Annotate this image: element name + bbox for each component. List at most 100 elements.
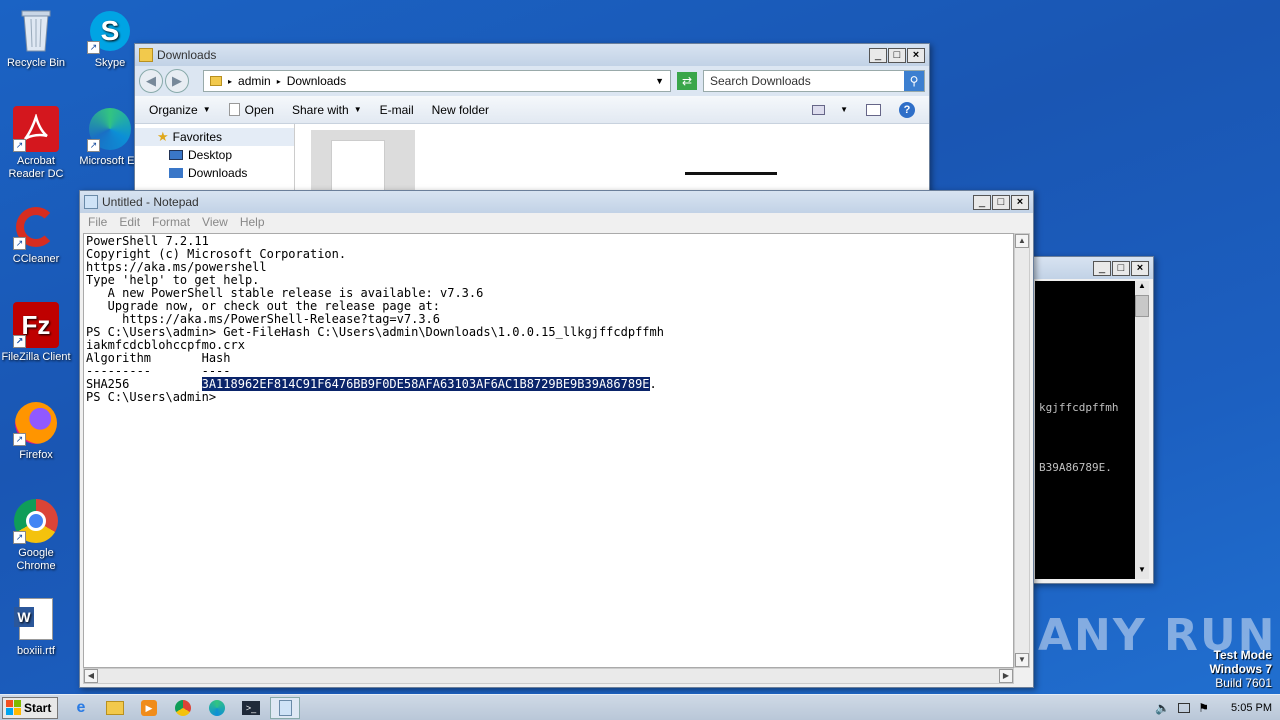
nav-downloads[interactable]: Downloads <box>135 164 294 182</box>
scroll-right-arrow-icon[interactable]: ▶ <box>999 669 1013 683</box>
scroll-down-arrow-icon[interactable]: ▼ <box>1135 565 1149 579</box>
taskbar-media-player[interactable]: ▶ <box>134 697 164 719</box>
console-body: kgjffcdpffmh B39A86789E. <box>1035 281 1135 579</box>
breadcrumb-downloads[interactable]: Downloads <box>287 74 346 88</box>
taskbar-powershell[interactable]: >_ <box>236 697 266 719</box>
menu-file[interactable]: File <box>82 215 113 229</box>
menu-format[interactable]: Format <box>146 215 196 229</box>
notepad-icon <box>278 699 292 716</box>
address-bar[interactable]: ▸ admin ▸ Downloads ▼ <box>203 70 671 92</box>
desktop-icon-firefox[interactable]: ↗ Firefox <box>0 400 72 462</box>
taskbar-file-explorer[interactable] <box>100 697 130 719</box>
menu-view[interactable]: View <box>196 215 234 229</box>
new-folder-button[interactable]: New folder <box>432 103 489 117</box>
search-input[interactable]: Search Downloads ⚲ <box>703 70 925 92</box>
scroll-down-arrow-icon[interactable]: ▼ <box>1015 653 1029 667</box>
hash-row: SHA256 3A118962EF814C91F6476BB9F0DE58AFA… <box>86 377 657 391</box>
network-icon[interactable] <box>1178 702 1191 713</box>
downloads-folder-icon <box>169 168 183 178</box>
close-button[interactable]: × <box>1131 260 1149 276</box>
windows-logo-icon <box>6 700 21 715</box>
volume-icon[interactable]: 🔈 <box>1155 701 1170 715</box>
taskbar-edge[interactable] <box>202 697 232 719</box>
notepad-text-area[interactable]: PowerShell 7.2.11 Copyright (c) Microsoft… <box>83 233 1014 668</box>
scroll-up-arrow-icon[interactable]: ▲ <box>1135 281 1149 295</box>
maximize-button[interactable]: □ <box>1112 260 1130 276</box>
file-item[interactable] <box>685 172 777 175</box>
chevron-down-icon[interactable]: ▼ <box>655 76 664 86</box>
ccleaner-icon: ↗ <box>13 204 59 250</box>
scroll-up-arrow-icon[interactable]: ▲ <box>1015 234 1029 248</box>
nav-favorites[interactable]: ★ Favorites <box>135 128 294 146</box>
vertical-scrollbar[interactable]: ▲ ▼ <box>1014 233 1030 668</box>
taskbar: Start e ▶ >_ 🔈 ⚑ 5:05 PM <box>0 694 1280 720</box>
file-icon <box>331 140 385 192</box>
action-center-flag-icon[interactable]: ⚑ <box>1198 701 1209 715</box>
internet-explorer-icon: e <box>76 698 86 716</box>
maximize-button[interactable]: □ <box>888 47 906 63</box>
close-button[interactable]: × <box>1011 194 1029 210</box>
notepad-titlebar[interactable]: Untitled - Notepad _ □ × <box>80 191 1033 213</box>
shortcut-arrow-icon: ↗ <box>13 237 26 250</box>
nav-desktop[interactable]: Desktop <box>135 146 294 164</box>
minimize-button[interactable]: _ <box>1093 260 1111 276</box>
desktop-icon-recycle-bin[interactable]: Recycle Bin <box>0 8 72 70</box>
selected-hash-text[interactable]: 3A118962EF814C91F6476BB9F0DE58AFA63103AF… <box>201 377 650 391</box>
folder-icon <box>210 76 222 86</box>
chevron-down-icon: ▼ <box>840 105 848 114</box>
taskbar-notepad[interactable] <box>270 696 300 719</box>
view-options[interactable]: ▼ <box>812 104 848 115</box>
minimize-button[interactable]: _ <box>973 194 991 210</box>
explorer-toolbar: Organize ▼ Open Share with ▼ E-mail New fo… <box>135 96 929 124</box>
taskbar-chrome[interactable] <box>168 697 198 719</box>
refresh-icon[interactable]: ⇄ <box>677 72 697 90</box>
notepad-menubar: File Edit Format View Help <box>80 213 1033 231</box>
taskbar-internet-explorer[interactable]: e <box>66 697 96 719</box>
powershell-icon: >_ <box>242 700 260 715</box>
menu-help[interactable]: Help <box>234 215 271 229</box>
console-titlebar[interactable]: _ □ × <box>1031 257 1153 279</box>
desktop-icon-filezilla[interactable]: Fz ↗ FileZilla Client <box>0 302 72 364</box>
console-scrollbar[interactable]: ▲ ▼ <box>1135 281 1149 579</box>
breadcrumb-admin[interactable]: admin <box>238 74 271 88</box>
share-with-button[interactable]: Share with ▼ <box>292 103 362 117</box>
desktop-icon-ccleaner[interactable]: ↗ CCleaner <box>0 204 72 266</box>
menu-edit[interactable]: Edit <box>113 215 146 229</box>
shortcut-arrow-icon: ↗ <box>87 41 100 54</box>
recycle-bin-icon <box>13 8 59 54</box>
chevron-down-icon: ▼ <box>202 105 211 114</box>
firefox-icon: ↗ <box>13 400 59 446</box>
desktop-icon <box>169 150 183 160</box>
desktop-icon-acrobat[interactable]: ↗ Acrobat Reader DC <box>0 106 72 181</box>
close-button[interactable]: × <box>907 47 925 63</box>
organize-button[interactable]: Organize ▼ <box>149 103 211 117</box>
forward-button[interactable]: ▶ <box>165 69 189 93</box>
minimize-button[interactable]: _ <box>869 47 887 63</box>
skype-icon: S ↗ <box>87 8 133 54</box>
maximize-button[interactable]: □ <box>992 194 1010 210</box>
file-list <box>295 124 929 192</box>
back-button[interactable]: ◀ <box>139 69 163 93</box>
start-button[interactable]: Start <box>2 696 58 719</box>
email-button[interactable]: E-mail <box>380 103 414 117</box>
open-button[interactable]: Open <box>228 103 274 117</box>
file-item[interactable] <box>311 130 415 192</box>
explorer-window-buttons: _ □ × <box>869 47 925 63</box>
explorer-titlebar[interactable]: Downloads _ □ × <box>135 44 929 66</box>
help-button[interactable]: ? <box>899 101 915 118</box>
console-window[interactable]: _ □ × kgjffcdpffmh B39A86789E. ▲ ▼ <box>1030 256 1154 584</box>
edge-icon <box>209 699 225 716</box>
explorer-window[interactable]: Downloads _ □ × ◀ ▶ ▸ admin ▸ Downloads … <box>134 43 930 193</box>
scroll-thumb[interactable] <box>1135 295 1149 317</box>
search-icon[interactable]: ⚲ <box>904 71 924 91</box>
explorer-title: Downloads <box>157 48 217 62</box>
desktop-icon-chrome[interactable]: ↗ Google Chrome <box>0 498 72 573</box>
desktop-icon-boxiii-rtf[interactable]: W boxiii.rtf <box>0 596 72 658</box>
notepad-window[interactable]: Untitled - Notepad _ □ × File Edit Forma… <box>79 190 1034 688</box>
horizontal-scrollbar[interactable]: ◀ ▶ <box>83 668 1014 684</box>
chevron-right-icon: ▸ <box>276 76 281 86</box>
preview-pane-button[interactable] <box>866 103 881 116</box>
folder-icon <box>106 700 124 715</box>
clock[interactable]: 5:05 PM <box>1231 702 1272 714</box>
scroll-left-arrow-icon[interactable]: ◀ <box>84 669 98 683</box>
